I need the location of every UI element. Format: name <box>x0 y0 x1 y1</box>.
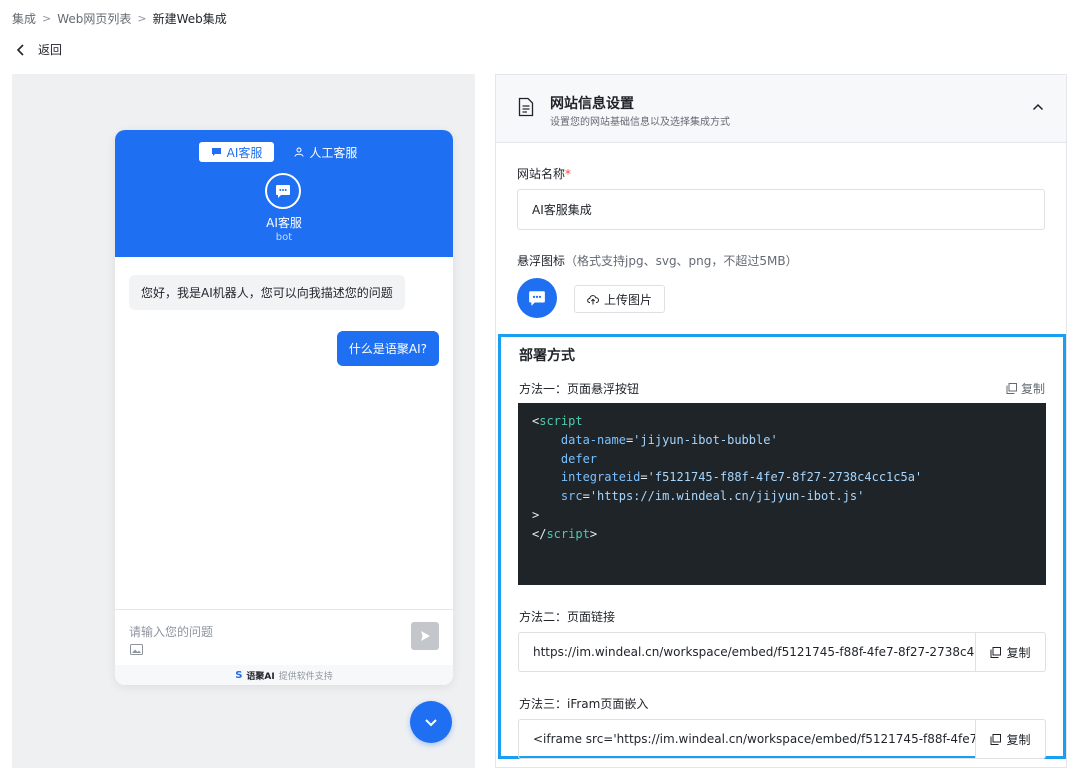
breadcrumb-separator: > <box>42 12 52 25</box>
code-token: script <box>546 526 590 541</box>
send-button[interactable] <box>411 622 439 650</box>
chat-input-placeholder[interactable]: 请输入您的问题 <box>129 623 213 640</box>
powered-brand: 语聚AI <box>246 671 275 682</box>
code-token: data-name <box>560 432 626 447</box>
code-token: src <box>560 489 583 504</box>
breadcrumb-separator: > <box>137 12 147 25</box>
bot-subtitle: bot <box>275 232 293 243</box>
chevron-down-icon <box>425 719 437 727</box>
settings-subtitle: 设置您的网站基础信息以及选择集成方式 <box>550 117 730 128</box>
tab-label: 人工客服 <box>309 145 358 160</box>
user-message: 什么是语聚AI? <box>336 331 439 366</box>
float-icon-preview <box>517 278 557 318</box>
method3-label: 方法三：iFram页面嵌入 <box>519 697 649 711</box>
code-token: 'https://im.windeal.cn/jijyun-ibot.js' <box>589 489 865 504</box>
chat-tabs: AI客服 人工客服 <box>115 142 453 162</box>
powered-by-footer: S 语聚AI 提供软件支持 <box>115 665 453 685</box>
code-token: integrateid <box>560 470 641 485</box>
copy-label: 复制 <box>1006 645 1031 660</box>
copy-icon <box>1006 383 1017 394</box>
code-token: 'f5121745-f88f-4fe7-8f27-2738c4cc1c5a' <box>647 470 923 485</box>
send-icon <box>421 631 430 641</box>
copy-link-button[interactable]: 复制 <box>975 632 1046 672</box>
chat-bubble-icon <box>529 290 545 306</box>
bot-message: 您好，我是AI机器人，您可以向我描述您的问题 <box>129 275 405 310</box>
copy-label: 复制 <box>1006 732 1031 747</box>
copy-iframe-button[interactable]: 复制 <box>975 719 1046 759</box>
page-link-input[interactable]: https://im.windeal.cn/workspace/embed/f5… <box>518 632 976 672</box>
code-token: </ <box>532 526 547 541</box>
chevron-left-icon <box>16 43 24 56</box>
settings-header[interactable]: 网站信息设置 设置您的网站基础信息以及选择集成方式 <box>496 75 1066 143</box>
breadcrumb-item-web-list[interactable]: Web网页列表 <box>57 10 131 27</box>
tab-ai-service[interactable]: AI客服 <box>198 142 275 162</box>
back-label: 返回 <box>38 43 63 57</box>
powered-text: 提供软件支持 <box>278 671 333 682</box>
bot-name: AI客服 <box>266 216 302 230</box>
chat-icon <box>211 148 221 156</box>
document-icon <box>518 97 534 117</box>
cloud-upload-icon <box>587 294 599 304</box>
chat-widget-header: AI客服 人工客服 AI客服 bot <box>115 130 453 257</box>
method1-label: 方法一：页面悬浮按钮 <box>519 382 640 396</box>
chat-widget-preview: AI客服 人工客服 AI客服 bot 您好，我是AI机器人，您可以向我描述您的问… <box>115 130 453 685</box>
tab-label: AI客服 <box>226 145 263 160</box>
image-icon[interactable] <box>130 644 143 655</box>
site-name-label: 网站名称* <box>517 165 571 182</box>
chat-input-area[interactable]: 请输入您的问题 <box>115 609 453 665</box>
copy-icon <box>990 733 1002 745</box>
copy-icon <box>990 646 1002 658</box>
brand-logo-icon: S <box>235 669 243 681</box>
code-token: defer <box>560 451 598 466</box>
iframe-code-input[interactable]: <iframe src='https://im.windeal.cn/works… <box>518 719 976 759</box>
deploy-title: 部署方式 <box>519 348 575 364</box>
float-icon-label: 悬浮图标（格式支持jpg、svg、png，不超过5MB） <box>517 252 798 269</box>
breadcrumb: 集成 > Web网页列表 > 新建Web集成 <box>12 10 227 27</box>
code-token: > <box>532 507 540 522</box>
code-token: 'jijyun-ibot-bubble' <box>633 432 778 447</box>
upload-image-button[interactable]: 上传图片 <box>574 285 666 313</box>
chat-bubble-icon <box>276 184 290 198</box>
copy-label: 复制 <box>1020 382 1045 396</box>
chevron-up-icon[interactable] <box>1030 99 1046 115</box>
float-icon-label-text: 悬浮图标 <box>517 254 566 268</box>
method2-label: 方法二：页面链接 <box>519 610 616 624</box>
breadcrumb-item-current: 新建Web集成 <box>152 12 227 26</box>
settings-title: 网站信息设置 <box>550 96 634 112</box>
deploy-methods-section: 部署方式 方法一：页面悬浮按钮 复制 <script data-name='ji… <box>498 334 1066 759</box>
site-name-input[interactable]: AI客服集成 <box>517 189 1045 230</box>
required-marker: * <box>565 167 572 181</box>
copy-script-button[interactable]: 复制 <box>1006 380 1045 397</box>
script-code-block[interactable]: <script data-name='jijyun-ibot-bubble' d… <box>518 403 1046 585</box>
float-toggle-button[interactable] <box>410 701 452 743</box>
breadcrumb-item-integration[interactable]: 集成 <box>12 10 36 27</box>
code-token: > <box>589 526 598 541</box>
website-settings-panel: 网站信息设置 设置您的网站基础信息以及选择集成方式 网站名称* AI客服集成 悬… <box>495 74 1067 768</box>
site-name-label-text: 网站名称 <box>517 167 566 181</box>
widget-preview-panel: AI客服 人工客服 AI客服 bot 您好，我是AI机器人，您可以向我描述您的问… <box>12 74 475 768</box>
upload-label: 上传图片 <box>604 292 653 307</box>
bot-avatar <box>265 173 301 209</box>
tab-human-service[interactable]: 人工客服 <box>282 142 369 162</box>
back-button[interactable]: 返回 <box>14 41 62 58</box>
float-icon-hint: （格式支持jpg、svg、png，不超过5MB） <box>565 254 798 268</box>
code-token: script <box>539 414 583 428</box>
user-icon <box>294 147 304 157</box>
